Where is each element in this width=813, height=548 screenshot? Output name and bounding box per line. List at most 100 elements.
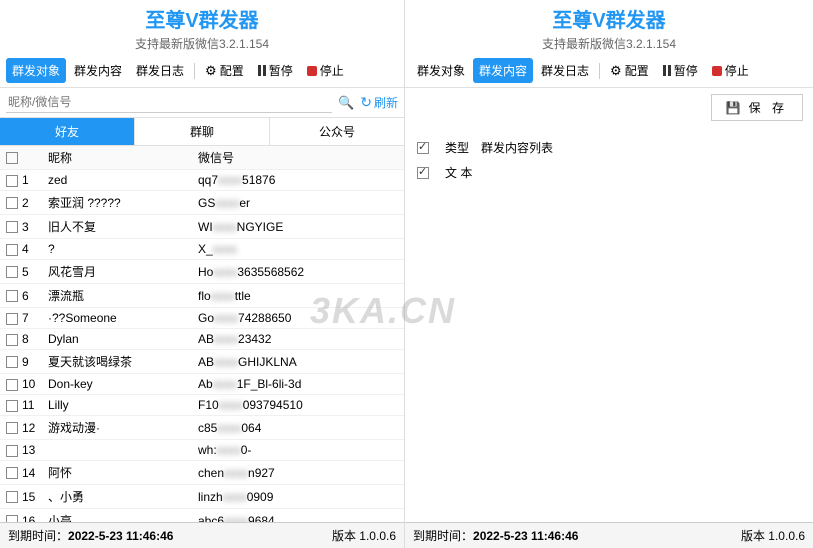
subtab-friends[interactable]: 好友 xyxy=(0,118,135,145)
save-button[interactable]: 保 存 xyxy=(711,94,803,121)
expire-value-right: 2022-5-23 11:46:46 xyxy=(473,529,578,543)
type-label: 类型 xyxy=(445,139,469,156)
row-nickname: 夏天就该喝绿茶 xyxy=(42,350,192,374)
pause-button-left[interactable]: 暂停 xyxy=(252,58,299,83)
row-wxid: ABxxxx23432 xyxy=(192,329,404,350)
row-nickname: Lilly xyxy=(42,395,192,416)
row-nickname: 漂流瓶 xyxy=(42,284,192,308)
stop-button-right[interactable]: 停止 xyxy=(706,58,755,83)
row-nickname: 小亮 xyxy=(42,509,192,523)
row-wxid: abc6xxxx9684 xyxy=(192,509,404,523)
row-nickname: 游戏动漫· xyxy=(42,416,192,440)
row-checkbox[interactable] xyxy=(6,334,18,346)
subtab-official[interactable]: 公众号 xyxy=(270,118,404,145)
search-icon[interactable] xyxy=(338,95,354,111)
table-row[interactable]: 4?X_xxxx xyxy=(0,239,404,260)
version-label-right: 版本 xyxy=(741,527,765,544)
row-checkbox[interactable] xyxy=(6,313,18,325)
table-row[interactable]: 9夏天就该喝绿茶ABxxxxGHIJKLNA xyxy=(0,350,404,374)
table-row[interactable]: 7·??SomeoneGoxxxx74288650 xyxy=(0,308,404,329)
table-row[interactable]: 12游戏动漫·c85xxxx064 xyxy=(0,416,404,440)
row-wxid: chenxxxxn927 xyxy=(192,461,404,485)
row-nickname: ? xyxy=(42,239,192,260)
text-checkbox[interactable] xyxy=(417,167,429,179)
config-label: 配置 xyxy=(625,62,649,79)
pause-label: 暂停 xyxy=(269,62,293,79)
content-list-title: 群发内容列表 xyxy=(481,139,553,156)
tab-target-left[interactable]: 群发对象 xyxy=(6,58,66,83)
version-label-left: 版本 xyxy=(332,527,356,544)
row-checkbox[interactable] xyxy=(6,175,18,187)
app-subtitle-left: 支持最新版微信3.2.1.154 xyxy=(0,35,404,52)
row-checkbox[interactable] xyxy=(6,356,18,368)
row-checkbox[interactable] xyxy=(6,266,18,278)
table-row[interactable]: 11LillyF10xxxx093794510 xyxy=(0,395,404,416)
save-label: 保 存 xyxy=(749,99,788,116)
table-row[interactable]: 16小亮abc6xxxx9684 xyxy=(0,509,404,523)
expire-label-left: 到期时间： xyxy=(8,527,68,544)
row-checkbox[interactable] xyxy=(6,491,18,503)
separator xyxy=(599,63,600,79)
table-row[interactable]: 5风花雪月Hoxxxx3635568562 xyxy=(0,260,404,284)
row-checkbox[interactable] xyxy=(6,445,18,457)
row-checkbox[interactable] xyxy=(6,244,18,256)
refresh-label: 刷新 xyxy=(374,94,398,111)
stop-button-left[interactable]: 停止 xyxy=(301,58,350,83)
tab-log-left[interactable]: 群发日志 xyxy=(130,58,190,83)
row-checkbox[interactable] xyxy=(6,467,18,479)
tab-target-right[interactable]: 群发对象 xyxy=(411,58,471,83)
save-icon xyxy=(726,101,745,115)
contacts-table: 昵称 微信号 1zedqq7xxxx518762索亚润 ?????GSxxxxe… xyxy=(0,146,404,522)
stop-icon xyxy=(307,66,317,76)
row-checkbox[interactable] xyxy=(6,221,18,233)
table-row[interactable]: 13wh:xxxx0- xyxy=(0,440,404,461)
pause-icon xyxy=(258,65,266,76)
row-wxid: qq7xxxx51876 xyxy=(192,170,404,191)
subtab-groups[interactable]: 群聊 xyxy=(135,118,270,145)
row-checkbox[interactable] xyxy=(6,197,18,209)
search-input[interactable] xyxy=(6,92,332,113)
pause-label: 暂停 xyxy=(674,62,698,79)
table-row[interactable]: 14阿怀chenxxxxn927 xyxy=(0,461,404,485)
table-row[interactable]: 6漂流瓶floxxxxttle xyxy=(0,284,404,308)
config-button-right[interactable]: 配置 xyxy=(604,58,655,83)
separator xyxy=(194,63,195,79)
row-nickname: ·??Someone xyxy=(42,308,192,329)
row-checkbox[interactable] xyxy=(6,422,18,434)
row-wxid: floxxxxttle xyxy=(192,284,404,308)
row-checkbox[interactable] xyxy=(6,400,18,412)
row-wxid: X_xxxx xyxy=(192,239,404,260)
table-row[interactable]: 10Don-keyAbxxxx1F_Bl-6li-3d xyxy=(0,374,404,395)
row-wxid: Goxxxx74288650 xyxy=(192,308,404,329)
tab-content-left[interactable]: 群发内容 xyxy=(68,58,128,83)
stop-label: 停止 xyxy=(725,62,749,79)
type-checkbox[interactable] xyxy=(417,142,429,154)
app-subtitle-right: 支持最新版微信3.2.1.154 xyxy=(405,35,813,52)
row-nickname: zed xyxy=(42,170,192,191)
refresh-icon xyxy=(360,94,372,111)
expire-label-right: 到期时间： xyxy=(413,527,473,544)
pause-button-right[interactable]: 暂停 xyxy=(657,58,704,83)
table-row[interactable]: 2索亚润 ?????GSxxxxer xyxy=(0,191,404,215)
tab-log-right[interactable]: 群发日志 xyxy=(535,58,595,83)
row-checkbox[interactable] xyxy=(6,515,18,522)
app-title-right: 至尊V群发器 xyxy=(405,4,813,33)
row-checkbox[interactable] xyxy=(6,379,18,391)
select-all-checkbox[interactable] xyxy=(6,152,18,164)
table-row[interactable]: 3旧人不复WIxxxxNGYIGE xyxy=(0,215,404,239)
refresh-button[interactable]: 刷新 xyxy=(360,94,398,111)
table-row[interactable]: 8DylanABxxxx23432 xyxy=(0,329,404,350)
table-row[interactable]: 1zedqq7xxxx51876 xyxy=(0,170,404,191)
row-nickname: 阿怀 xyxy=(42,461,192,485)
table-row[interactable]: 15、小勇linzhxxxx0909 xyxy=(0,485,404,509)
toolbar-right: 群发对象 群发内容 群发日志 配置 暂停 停止 xyxy=(405,54,813,88)
config-button-left[interactable]: 配置 xyxy=(199,58,250,83)
toolbar-left: 群发对象 群发内容 群发日志 配置 暂停 停止 xyxy=(0,54,404,88)
pause-icon xyxy=(663,65,671,76)
version-value-right: 1.0.0.6 xyxy=(768,529,805,543)
tab-content-right[interactable]: 群发内容 xyxy=(473,58,533,83)
row-wxid: Abxxxx1F_Bl-6li-3d xyxy=(192,374,404,395)
row-checkbox[interactable] xyxy=(6,290,18,302)
row-nickname: Dylan xyxy=(42,329,192,350)
row-nickname: Don-key xyxy=(42,374,192,395)
